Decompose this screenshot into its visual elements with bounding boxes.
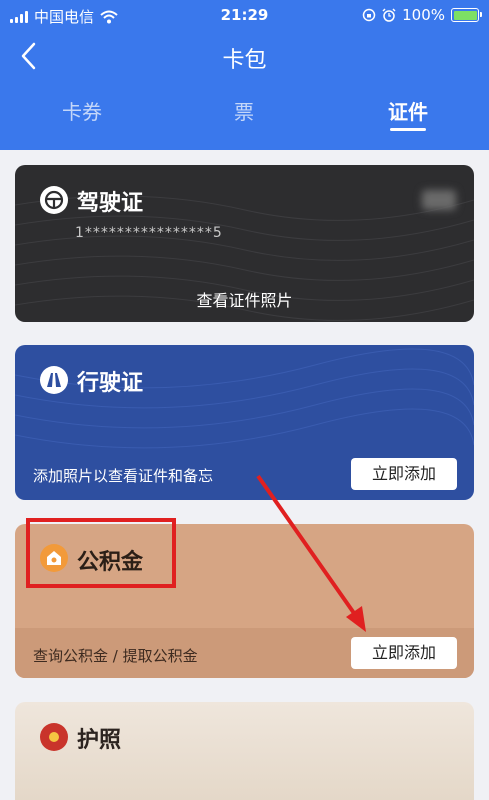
view-photo-link[interactable]: 查看证件照片 <box>15 287 474 311</box>
tab-coupons[interactable]: 卡券 <box>42 96 122 125</box>
license-number: 1****************5 <box>75 225 223 241</box>
passport-card[interactable]: 护照 <box>15 702 474 800</box>
tab-certificates-label: 证件 <box>388 100 428 124</box>
active-tab-indicator <box>390 128 426 131</box>
driver-license-title: 驾驶证 <box>77 191 144 216</box>
road-icon <box>40 366 68 394</box>
steering-wheel-icon <box>40 186 68 214</box>
header: 中国电信 21:29 100% 卡包 卡券 票 证件 <box>0 0 489 150</box>
tab-tickets[interactable]: 票 <box>204 96 284 125</box>
tab-bar: 卡券 票 证件 <box>0 96 489 136</box>
nav-bar: 卡包 <box>0 36 489 76</box>
blurred-info <box>422 190 456 210</box>
vehicle-license-card[interactable]: 行驶证 添加照片以查看证件和备忘 立即添加 <box>15 345 474 500</box>
rotation-lock-icon <box>362 8 376 22</box>
vehicle-add-button[interactable]: 立即添加 <box>351 458 457 490</box>
emblem-icon <box>40 723 68 751</box>
housing-fund-add-button[interactable]: 立即添加 <box>351 637 457 669</box>
page-title: 卡包 <box>222 48 267 73</box>
battery-percent: 100% <box>402 6 445 24</box>
vehicle-license-title: 行驶证 <box>77 371 144 396</box>
driver-license-card[interactable]: 驾驶证 1****************5 查看证件照片 <box>15 165 474 322</box>
tab-certificates[interactable]: 证件 <box>368 96 448 131</box>
battery-icon <box>451 8 482 22</box>
annotation-highlight-box <box>26 518 176 588</box>
passport-title: 护照 <box>77 728 122 753</box>
alarm-icon <box>382 8 396 22</box>
housing-fund-desc: 查询公积金 / 提取公积金 <box>33 647 198 665</box>
vehicle-license-desc: 添加照片以查看证件和备忘 <box>33 467 214 485</box>
status-right: 100% <box>362 6 482 24</box>
status-bar: 中国电信 21:29 100% <box>0 0 489 30</box>
